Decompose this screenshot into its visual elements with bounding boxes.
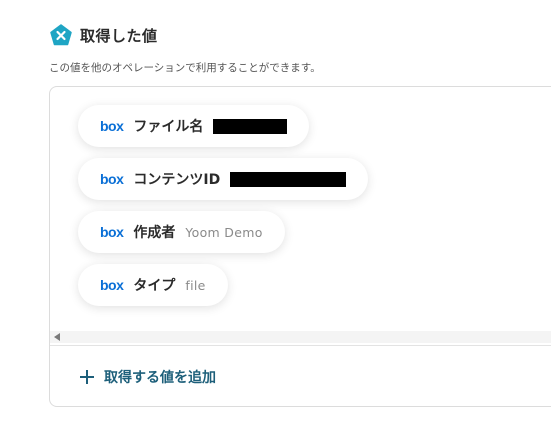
value-pill-label: 作成者	[133, 225, 176, 241]
horizontal-scrollbar[interactable]	[50, 331, 551, 343]
redacted-value	[213, 118, 288, 134]
add-value-button[interactable]: 取得する値を追加	[80, 367, 216, 387]
value-pill-label: コンテンツID	[133, 172, 221, 188]
page-title: 取得した値	[80, 26, 158, 45]
value-pill-value: file	[185, 277, 206, 293]
scroll-left-arrow-icon[interactable]	[54, 333, 60, 341]
value-pill-creator[interactable]: box 作成者 Yoom Demo	[78, 211, 285, 253]
section-description: この値を他のオペレーションで利用することができます。	[49, 62, 321, 74]
retrieved-values-panel: box ファイル名 box コンテンツID box 作成者 Yoom Demo …	[49, 86, 551, 407]
yoom-pentagon-icon	[50, 24, 72, 46]
section-header: 取得した値	[50, 24, 158, 46]
box-logo-icon: box	[100, 118, 124, 134]
value-pill-content-id[interactable]: box コンテンツID	[78, 158, 369, 200]
box-logo-icon: box	[100, 277, 124, 293]
value-pill-value: Yoom Demo	[185, 224, 263, 240]
value-pill-label: タイプ	[133, 278, 176, 294]
values-scroll-area[interactable]: box ファイル名 box コンテンツID box 作成者 Yoom Demo …	[50, 87, 551, 337]
value-pill-label: ファイル名	[133, 119, 204, 135]
box-logo-icon: box	[100, 171, 124, 187]
redacted-value	[230, 171, 347, 187]
value-pill-type[interactable]: box タイプ file	[78, 264, 228, 306]
add-value-label: 取得する値を追加	[104, 370, 216, 386]
value-pill-file-name[interactable]: box ファイル名	[78, 105, 310, 147]
plus-icon	[80, 370, 94, 384]
box-logo-icon: box	[100, 224, 124, 240]
divider	[50, 345, 551, 346]
